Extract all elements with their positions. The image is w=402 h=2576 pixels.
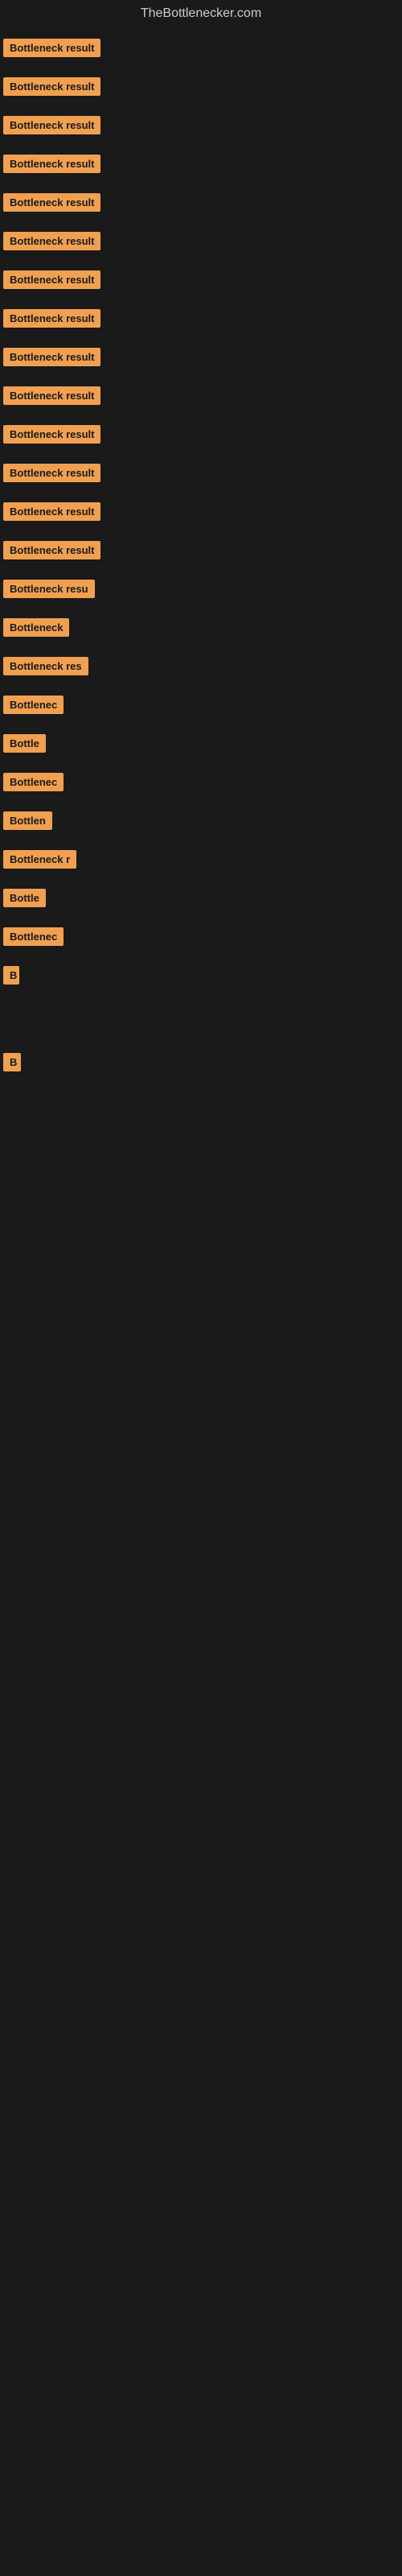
bottleneck-badge[interactable]: Bottlenec — [3, 773, 64, 791]
bottleneck-badge[interactable]: Bottlenec — [3, 696, 64, 714]
list-item: Bottleneck result — [0, 31, 402, 69]
list-item — [0, 1013, 402, 1029]
list-item: Bottleneck res — [0, 649, 402, 687]
bottleneck-badge[interactable]: Bottlenec — [3, 927, 64, 946]
list-item: B — [0, 958, 402, 997]
bottleneck-badge[interactable]: Bottleneck res — [3, 657, 88, 675]
list-item: Bottleneck result — [0, 108, 402, 147]
list-item: Bottleneck result — [0, 301, 402, 340]
list-item: Bottleneck result — [0, 494, 402, 533]
bottleneck-badge[interactable]: Bottleneck result — [3, 386, 100, 405]
bottleneck-badge[interactable]: Bottleneck result — [3, 502, 100, 521]
list-item: Bottlenec — [0, 687, 402, 726]
list-item — [0, 1084, 402, 1100]
list-item: Bottleneck — [0, 610, 402, 649]
bottleneck-badge[interactable]: B — [3, 966, 19, 985]
bottleneck-badge[interactable]: Bottleneck r — [3, 850, 76, 869]
bottleneck-badge[interactable]: Bottlen — [3, 811, 52, 830]
list-item: B — [0, 1045, 402, 1084]
list-item — [0, 1100, 402, 1116]
bottleneck-badge[interactable]: Bottleneck result — [3, 232, 100, 250]
list-item: Bottleneck result — [0, 340, 402, 378]
bottleneck-badge[interactable]: Bottleneck result — [3, 541, 100, 559]
bottleneck-badge[interactable]: Bottle — [3, 889, 46, 907]
site-title: TheBottlenecker.com — [0, 0, 402, 27]
bottleneck-badge[interactable]: Bottleneck result — [3, 348, 100, 366]
bottleneck-badge[interactable]: Bottleneck result — [3, 116, 100, 134]
list-item: Bottleneck result — [0, 262, 402, 301]
list-item: Bottleneck result — [0, 533, 402, 572]
list-item: Bottleneck resu — [0, 572, 402, 610]
bottleneck-badge[interactable]: Bottleneck — [3, 618, 69, 637]
list-item: Bottle — [0, 726, 402, 765]
list-item: Bottlenec — [0, 919, 402, 958]
bottleneck-badge[interactable]: Bottleneck result — [3, 39, 100, 57]
list-item — [0, 1116, 402, 1132]
bottleneck-badge[interactable]: Bottle — [3, 734, 46, 753]
list-item — [0, 997, 402, 1013]
list-item: Bottleneck result — [0, 69, 402, 108]
list-item: Bottleneck result — [0, 185, 402, 224]
bottleneck-badge[interactable]: B — [3, 1053, 21, 1071]
bottleneck-list: Bottleneck result Bottleneck result Bottle… — [0, 27, 402, 1183]
bottleneck-badge[interactable]: Bottleneck resu — [3, 580, 95, 598]
list-item: Bottleneck result — [0, 224, 402, 262]
list-item — [0, 1164, 402, 1180]
bottleneck-badge[interactable]: Bottleneck result — [3, 270, 100, 289]
list-item: Bottlen — [0, 803, 402, 842]
bottleneck-badge[interactable]: Bottleneck result — [3, 425, 100, 444]
list-item: Bottleneck result — [0, 456, 402, 494]
list-item: Bottleneck result — [0, 378, 402, 417]
list-item: Bottleneck result — [0, 147, 402, 185]
list-item: Bottleneck r — [0, 842, 402, 881]
bottleneck-badge[interactable]: Bottleneck result — [3, 77, 100, 96]
list-item — [0, 1148, 402, 1164]
bottleneck-badge[interactable]: Bottleneck result — [3, 309, 100, 328]
list-item: Bottlenec — [0, 765, 402, 803]
list-item: Bottleneck result — [0, 417, 402, 456]
bottleneck-badge[interactable]: Bottleneck result — [3, 193, 100, 212]
bottleneck-badge[interactable]: Bottleneck result — [3, 155, 100, 173]
list-item: Bottle — [0, 881, 402, 919]
site-header: TheBottlenecker.com — [0, 0, 402, 27]
list-item — [0, 1029, 402, 1045]
bottleneck-badge[interactable]: Bottleneck result — [3, 464, 100, 482]
list-item — [0, 1132, 402, 1148]
